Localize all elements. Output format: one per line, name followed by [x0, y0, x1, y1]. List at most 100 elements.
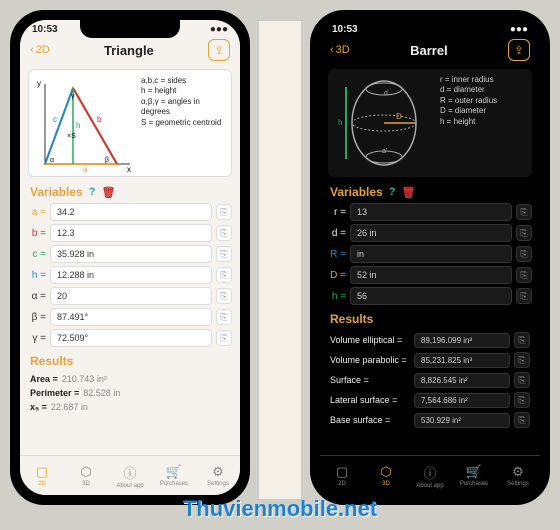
watermark: Thuvienmobile.net: [183, 496, 377, 522]
copy-icon[interactable]: ⎘: [516, 204, 532, 220]
screen-left: 10:53 ●●● ‹ 2D Triangle ⇪ y x c b a h ×: [20, 20, 240, 495]
help-icon[interactable]: ?: [89, 186, 96, 198]
result-row: x₅ = 22.687 in: [20, 400, 240, 414]
variable-row: h = 56 ⎘: [328, 287, 532, 305]
back-button[interactable]: ‹ 2D: [30, 44, 50, 56]
var-input[interactable]: 20: [50, 287, 212, 305]
var-input[interactable]: 87.491°: [50, 308, 212, 326]
header: ‹ 2D Triangle ⇪: [20, 35, 240, 65]
copy-icon[interactable]: ⎘: [216, 309, 232, 325]
status-icons: ●●●: [510, 24, 528, 35]
result-row: Volume elliptical = 89,196.099 in³ ⎘: [320, 330, 540, 350]
tab-2d[interactable]: ▢2D: [20, 456, 64, 495]
variable-row: c = 35.928 in ⎘: [28, 245, 232, 263]
tab-icon: ⚙: [512, 464, 524, 480]
result-label: Volume elliptical =: [330, 335, 410, 345]
var-label: γ =: [28, 333, 46, 344]
var-input[interactable]: 26 in: [350, 224, 512, 242]
status-time: 10:53: [332, 24, 358, 35]
svg-text:b: b: [97, 115, 102, 124]
phone-right: 10:53 ●●● ‹ 3D Barrel ⇪ D d h a' r = inn…: [310, 10, 550, 505]
tab-3d[interactable]: ⬡3D: [64, 456, 108, 495]
legend-line: R = outer radius: [440, 96, 497, 106]
result-value: 530.929 in²: [414, 413, 510, 428]
section-label: Results: [30, 354, 73, 368]
copy-icon[interactable]: ⎘: [216, 288, 232, 304]
var-label: β =: [28, 312, 46, 323]
result-label: Base surface =: [330, 415, 410, 425]
tab-purchases[interactable]: 🛒Purchases: [452, 456, 496, 495]
copy-icon[interactable]: ⎘: [514, 332, 530, 348]
tab-icon: ⓘ: [423, 463, 436, 482]
var-input[interactable]: 52 in: [350, 266, 512, 284]
tab-icon: ⬡: [80, 464, 91, 480]
tab-label: 3D: [82, 481, 90, 487]
copy-icon[interactable]: ⎘: [514, 352, 530, 368]
var-input[interactable]: 56: [350, 287, 512, 305]
copy-icon[interactable]: ⎘: [216, 267, 232, 283]
copy-icon[interactable]: ⎘: [216, 204, 232, 220]
copy-icon[interactable]: ⎘: [514, 392, 530, 408]
share-icon[interactable]: ⇪: [208, 39, 230, 61]
legend-line: α,β,γ = angles in: [141, 97, 221, 107]
copy-icon[interactable]: ⎘: [216, 330, 232, 346]
copy-icon[interactable]: ⎘: [516, 288, 532, 304]
header: ‹ 3D Barrel ⇪: [320, 35, 540, 65]
share-icon[interactable]: ⇪: [508, 39, 530, 61]
result-row: Perimeter = 82.528 in: [20, 386, 240, 400]
copy-icon[interactable]: ⎘: [516, 225, 532, 241]
variable-row: h = 12.288 in ⎘: [28, 266, 232, 284]
var-input[interactable]: 12.288 in: [50, 266, 212, 284]
tab-2d[interactable]: ▢2D: [320, 456, 364, 495]
variable-row: a = 34.2 ⎘: [28, 203, 232, 221]
tab-label: 2D: [38, 481, 46, 487]
tab-label: Purchases: [160, 481, 188, 487]
page-title: Triangle: [104, 43, 154, 58]
svg-text:h: h: [338, 118, 342, 127]
result-row: Surface = 8,826.545 in² ⎘: [320, 370, 540, 390]
svg-text:h: h: [76, 121, 80, 130]
section-label: Variables: [30, 185, 83, 199]
tab-label: About app: [416, 483, 443, 489]
help-icon[interactable]: ?: [389, 186, 396, 198]
back-button[interactable]: ‹ 3D: [330, 44, 350, 56]
legend: a,b,c = sides h = height α,β,γ = angles …: [141, 76, 221, 170]
back-label: 3D: [336, 44, 350, 56]
copy-icon[interactable]: ⎘: [514, 412, 530, 428]
tab-icon: 🛒: [466, 464, 482, 480]
var-input[interactable]: 35.928 in: [50, 245, 212, 263]
tab-icon: ⓘ: [123, 463, 136, 482]
copy-icon[interactable]: ⎘: [516, 246, 532, 262]
var-input[interactable]: 72.509°: [50, 329, 212, 347]
svg-text:a: a: [83, 165, 88, 172]
var-input[interactable]: 12.3: [50, 224, 212, 242]
trash-icon[interactable]: 🗑: [401, 186, 415, 199]
notch: [80, 20, 180, 38]
tab-about-app[interactable]: ⓘAbout app: [108, 456, 152, 495]
tab-label: 2D: [338, 481, 346, 487]
copy-icon[interactable]: ⎘: [216, 246, 232, 262]
tab-purchases[interactable]: 🛒Purchases: [152, 456, 196, 495]
section-results: Results: [20, 350, 240, 372]
var-label: r =: [328, 207, 346, 218]
legend-line: degrees: [141, 107, 221, 117]
legend-line: S = geometric centroid: [141, 118, 221, 128]
trash-icon[interactable]: 🗑: [101, 186, 115, 199]
var-input[interactable]: 13: [350, 203, 512, 221]
legend: r = inner radius d = diameter R = outer …: [440, 75, 497, 171]
result-value: 210.743 in²: [62, 374, 107, 384]
section-variables: Variables ? 🗑: [20, 181, 240, 203]
result-label: Area =: [30, 374, 58, 384]
tab-icon: ⬡: [380, 464, 391, 480]
tab-icon: ▢: [336, 464, 348, 480]
var-input[interactable]: in: [350, 245, 512, 263]
copy-icon[interactable]: ⎘: [216, 225, 232, 241]
copy-icon[interactable]: ⎘: [514, 372, 530, 388]
variable-row: β = 87.491° ⎘: [28, 308, 232, 326]
tab-settings[interactable]: ⚙Settings: [496, 456, 540, 495]
var-input[interactable]: 34.2: [50, 203, 212, 221]
tab-about-app[interactable]: ⓘAbout app: [408, 456, 452, 495]
copy-icon[interactable]: ⎘: [516, 267, 532, 283]
tab-settings[interactable]: ⚙Settings: [196, 456, 240, 495]
tab-3d[interactable]: ⬡3D: [364, 456, 408, 495]
